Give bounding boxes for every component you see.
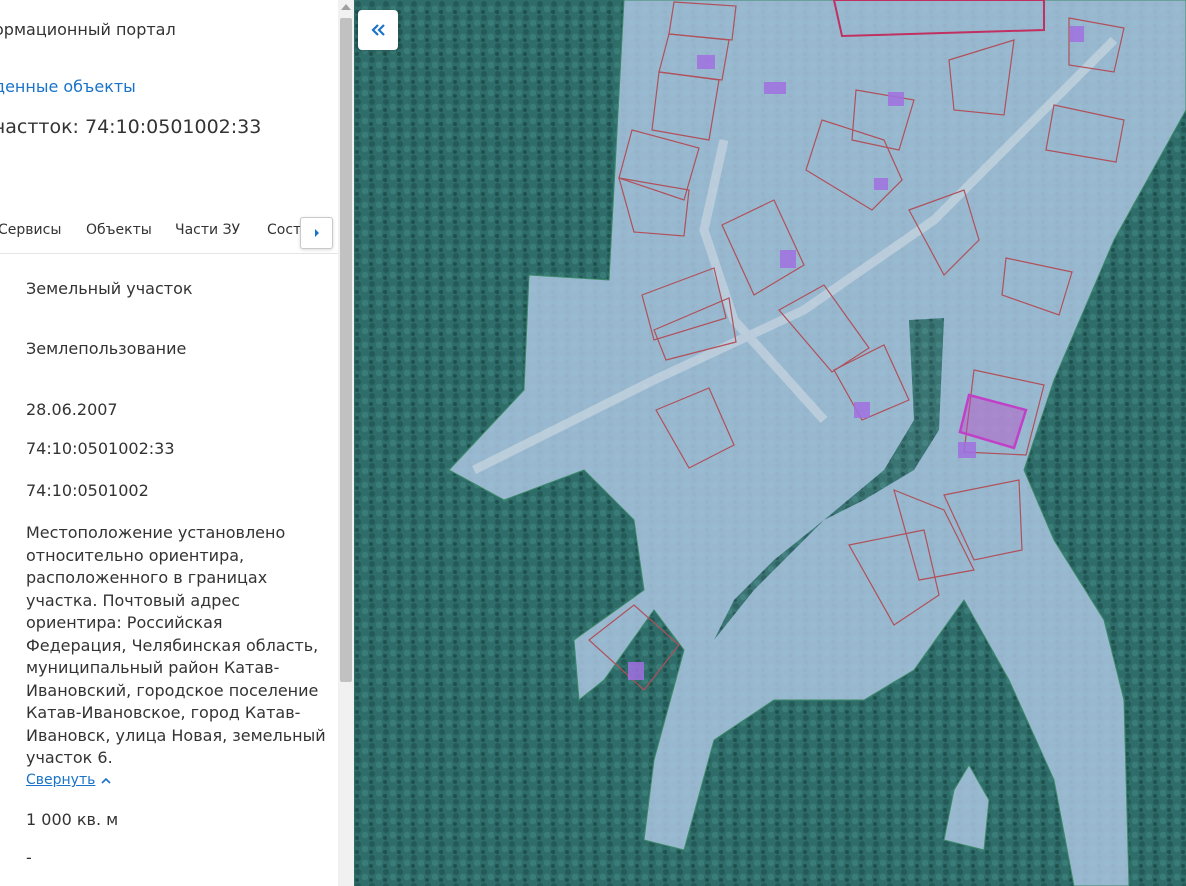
collapse-panel-button[interactable] bbox=[358, 10, 398, 50]
empty-value: - bbox=[26, 848, 32, 867]
double-chevron-left-icon bbox=[371, 24, 385, 36]
address-text: Местоположение установлено относительно … bbox=[26, 523, 326, 767]
tab-objects[interactable]: Объекты bbox=[86, 222, 152, 238]
tab-parts[interactable]: Части ЗУ bbox=[175, 222, 240, 238]
collapse-link[interactable]: Свернуть bbox=[26, 772, 111, 788]
map-view[interactable] bbox=[354, 0, 1186, 886]
parcel-title: частток: 74:10:0501002:33 bbox=[0, 116, 262, 138]
area-value: 1 000 кв. м bbox=[26, 810, 119, 829]
scroll-up-icon[interactable] bbox=[341, 4, 351, 10]
info-panel: ормационный портал денные объекты частто… bbox=[0, 0, 338, 886]
tab-services[interactable]: Сервисы bbox=[0, 222, 61, 238]
tab-bar: Сервисы Объекты Части ЗУ Соста bbox=[0, 208, 338, 254]
object-type: Земельный участок bbox=[26, 279, 193, 298]
cadastral-quarter: 74:10:0501002 bbox=[26, 481, 149, 500]
chevron-up-icon bbox=[101, 777, 111, 784]
portal-title: ормационный портал bbox=[0, 20, 176, 39]
category: Землепользование bbox=[26, 339, 187, 358]
found-objects-link[interactable]: денные объекты bbox=[0, 77, 136, 96]
cadastral-number: 74:10:0501002:33 bbox=[26, 439, 175, 458]
tabs-next-button[interactable] bbox=[300, 217, 333, 249]
map-canvas[interactable] bbox=[354, 0, 1186, 886]
scrollbar-thumb[interactable] bbox=[340, 18, 352, 682]
registration-date: 28.06.2007 bbox=[26, 400, 118, 419]
collapse-label: Свернуть bbox=[26, 772, 96, 788]
caret-right-icon bbox=[314, 229, 319, 237]
